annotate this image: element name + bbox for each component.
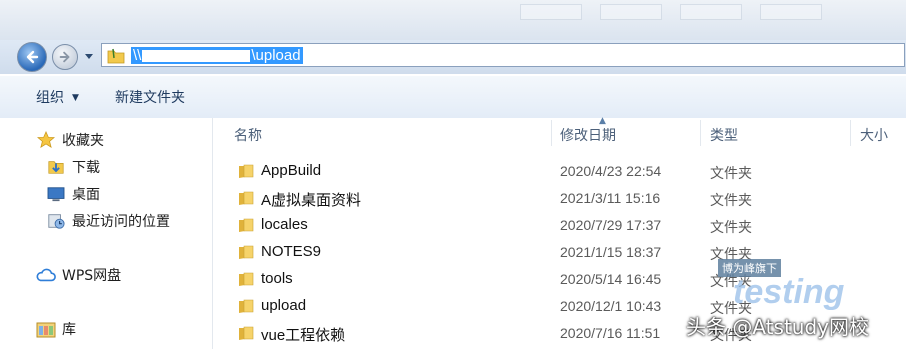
column-type[interactable]: 类型 [710, 125, 738, 145]
file-date: 2020/5/14 16:45 [560, 271, 662, 287]
file-name: vue工程依赖 [261, 327, 346, 344]
background-tab [520, 4, 582, 20]
background-tab [680, 4, 742, 20]
file-name: tools [261, 270, 293, 287]
file-date: 2021/1/15 18:37 [560, 244, 662, 260]
background-window-strip [0, 0, 906, 40]
file-name: AppBuild [261, 162, 322, 179]
folder-icon [239, 245, 254, 259]
file-type: 文件夹 [710, 193, 752, 209]
address-field[interactable]: \\ \upload [101, 43, 905, 67]
nav-item-downloads[interactable]: 下载 [46, 157, 100, 177]
file-date: 2021/3/11 15:16 [560, 190, 661, 206]
file-type: 文件夹 [710, 274, 752, 290]
address-path: \\ \upload [131, 47, 303, 64]
folder-icon [107, 48, 125, 64]
nav-item-favorites[interactable]: 收藏夹 [36, 130, 104, 150]
command-bar: 组织 ▼ 新建文件夹 [0, 76, 906, 119]
recent-places-icon [46, 211, 66, 231]
navigation-pane: 收藏夹 下载 桌面 最近访问的位置 WPS网盘 库 [0, 118, 213, 349]
chevron-down-icon: ▼ [72, 93, 79, 103]
address-bar-row: \\ \upload [0, 40, 906, 74]
nav-item-label: 最近访问的位置 [72, 214, 170, 230]
folder-icon [239, 299, 254, 313]
nav-item-label: WPS网盘 [62, 268, 122, 284]
file-row[interactable]: A虚拟桌面资料 2021/3/11 15:16 文件夹 [213, 185, 906, 212]
file-row[interactable]: locales 2020/7/29 17:37 文件夹 [213, 212, 906, 239]
back-arrow-icon [26, 50, 39, 64]
file-row[interactable]: AppBuild 2020/4/23 22:54 文件夹 [213, 158, 906, 185]
file-row[interactable]: NOTES9 2021/1/15 18:37 文件夹 [213, 239, 906, 266]
background-tab [760, 4, 822, 20]
column-header: ▲ 名称 修改日期 类型 大小 [213, 116, 906, 146]
cloud-icon [36, 265, 56, 285]
downloads-folder-icon [46, 157, 66, 177]
nav-item-label: 下载 [72, 160, 100, 176]
file-type: 文件夹 [710, 166, 752, 182]
file-type: 文件夹 [710, 247, 752, 263]
library-icon [36, 319, 56, 339]
column-name[interactable]: 名称 [234, 125, 262, 145]
folder-icon [239, 218, 254, 232]
file-type: 文件夹 [710, 220, 752, 236]
recent-pages-dropdown-icon[interactable] [84, 51, 94, 61]
folder-icon [239, 326, 254, 340]
credit-caption: 头条 @Atstudy网校 [686, 315, 869, 339]
column-modified[interactable]: 修改日期 [560, 125, 616, 145]
column-size[interactable]: 大小 [860, 125, 888, 145]
file-date: 2020/4/23 22:54 [560, 163, 662, 179]
background-tab [600, 4, 662, 20]
forward-arrow-icon [59, 51, 70, 63]
file-name: upload [261, 297, 307, 314]
file-name: locales [261, 216, 308, 233]
nav-item-libraries[interactable]: 库 [36, 319, 76, 339]
nav-item-label: 收藏夹 [62, 133, 104, 149]
folder-icon [239, 272, 254, 286]
star-icon [36, 130, 56, 150]
folder-icon [239, 164, 254, 178]
nav-item-label: 桌面 [72, 187, 100, 203]
file-row[interactable]: tools 2020/5/14 16:45 文件夹 [213, 266, 906, 293]
organize-button[interactable]: 组织 ▼ [36, 87, 79, 107]
nav-item-wps-cloud[interactable]: WPS网盘 [36, 265, 121, 285]
file-name: A虚拟桌面资料 [261, 192, 362, 209]
column-divider[interactable] [700, 120, 701, 146]
file-name: NOTES9 [261, 243, 322, 260]
new-folder-button[interactable]: 新建文件夹 [115, 87, 185, 107]
nav-item-recent-places[interactable]: 最近访问的位置 [46, 211, 170, 231]
nav-item-desktop[interactable]: 桌面 [46, 184, 100, 204]
organize-label: 组织 [36, 90, 64, 106]
file-date: 2020/12/1 10:43 [560, 298, 662, 314]
desktop-icon [46, 184, 66, 204]
forward-button[interactable] [52, 44, 78, 70]
column-divider[interactable] [850, 120, 851, 146]
file-date: 2020/7/16 11:51 [560, 325, 661, 341]
folder-icon [239, 191, 254, 205]
column-divider[interactable] [551, 120, 552, 146]
back-button[interactable] [17, 42, 47, 72]
redacted-block [142, 50, 251, 63]
file-date: 2020/7/29 17:37 [560, 217, 662, 233]
nav-item-label: 库 [62, 322, 76, 338]
